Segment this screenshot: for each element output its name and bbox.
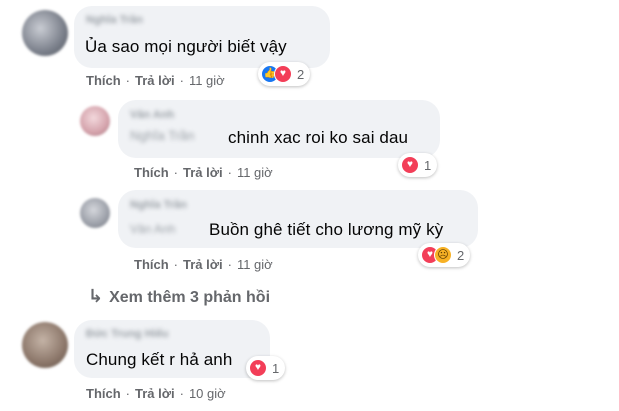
comment-actions: Thích · Trả lời · 11 giờ xyxy=(86,73,225,88)
comment-text: Buồn ghê tiết cho lương mỹ kỳ xyxy=(209,220,444,239)
reply-link[interactable]: Trả lời xyxy=(183,165,223,180)
reply-link[interactable]: Trả lời xyxy=(135,73,175,88)
reply-link[interactable]: Trả lời xyxy=(183,257,223,272)
comment-author[interactable]: Nghĩa Trần xyxy=(86,14,143,26)
avatar[interactable] xyxy=(22,322,68,368)
love-icon: ♥ xyxy=(274,65,292,83)
like-link[interactable]: Thích xyxy=(86,73,121,88)
reaction-summary[interactable]: ♥ ☹ 2 xyxy=(418,243,471,267)
view-more-replies[interactable]: ↳ Xem thêm 3 phản hồi xyxy=(88,286,270,307)
comment-text: chinh xac roi ko sai dau xyxy=(228,128,409,147)
reaction-summary[interactable]: 👍 ♥ 2 xyxy=(258,62,311,86)
reply-arrow-icon: ↳ xyxy=(88,286,104,306)
comment-actions: Thích · Trả lời · 11 giờ xyxy=(134,257,273,272)
timestamp[interactable]: 10 giờ xyxy=(189,386,226,401)
comment-bubble: Vân Anh Nghĩa Trần chinh xac roi ko sai … xyxy=(118,100,440,158)
like-link[interactable]: Thích xyxy=(86,386,121,401)
avatar[interactable] xyxy=(22,10,68,56)
reaction-count: 1 xyxy=(424,157,432,173)
timestamp[interactable]: 11 giờ xyxy=(237,165,273,180)
reaction-count: 1 xyxy=(272,360,280,376)
reaction-count: 2 xyxy=(297,66,305,82)
comment-text: Chung kết r hả anh xyxy=(86,350,233,369)
like-link[interactable]: Thích xyxy=(134,257,169,272)
sad-icon: ☹ xyxy=(434,246,452,264)
mention-tag[interactable]: Nghĩa Trần xyxy=(130,128,194,143)
comment-bubble: Nghĩa Trần Ủa sao mọi người biết vậy xyxy=(74,6,330,68)
comment-author[interactable]: Đức Trung Hiếu xyxy=(86,328,169,340)
comment-bubble: Đức Trung Hiếu Chung kết r hả anh xyxy=(74,320,270,378)
comment-text: Ủa sao mọi người biết vậy xyxy=(85,37,287,56)
comment-actions: Thích · Trả lời · 10 giờ xyxy=(86,386,226,401)
timestamp[interactable]: 11 giờ xyxy=(189,73,225,88)
comment-author[interactable]: Nghĩa Trần xyxy=(130,199,187,211)
reaction-count: 2 xyxy=(457,247,465,263)
comment-actions: Thích · Trả lời · 11 giờ xyxy=(134,165,273,180)
reply-link[interactable]: Trả lời xyxy=(135,386,175,401)
avatar[interactable] xyxy=(80,198,110,228)
view-more-label: Xem thêm 3 phản hồi xyxy=(109,289,271,306)
reaction-summary[interactable]: ♥ 1 xyxy=(398,153,438,177)
comment-author[interactable]: Vân Anh xyxy=(130,109,174,121)
avatar[interactable] xyxy=(80,106,110,136)
comment-bubble: Nghĩa Trần Vân Anh Buồn ghê tiết cho lươ… xyxy=(118,190,478,248)
like-link[interactable]: Thích xyxy=(134,165,169,180)
love-icon: ♥ xyxy=(249,359,267,377)
timestamp[interactable]: 11 giờ xyxy=(237,257,273,272)
mention-tag[interactable]: Vân Anh xyxy=(130,222,175,236)
reaction-summary[interactable]: ♥ 1 xyxy=(246,356,286,380)
love-icon: ♥ xyxy=(401,156,419,174)
